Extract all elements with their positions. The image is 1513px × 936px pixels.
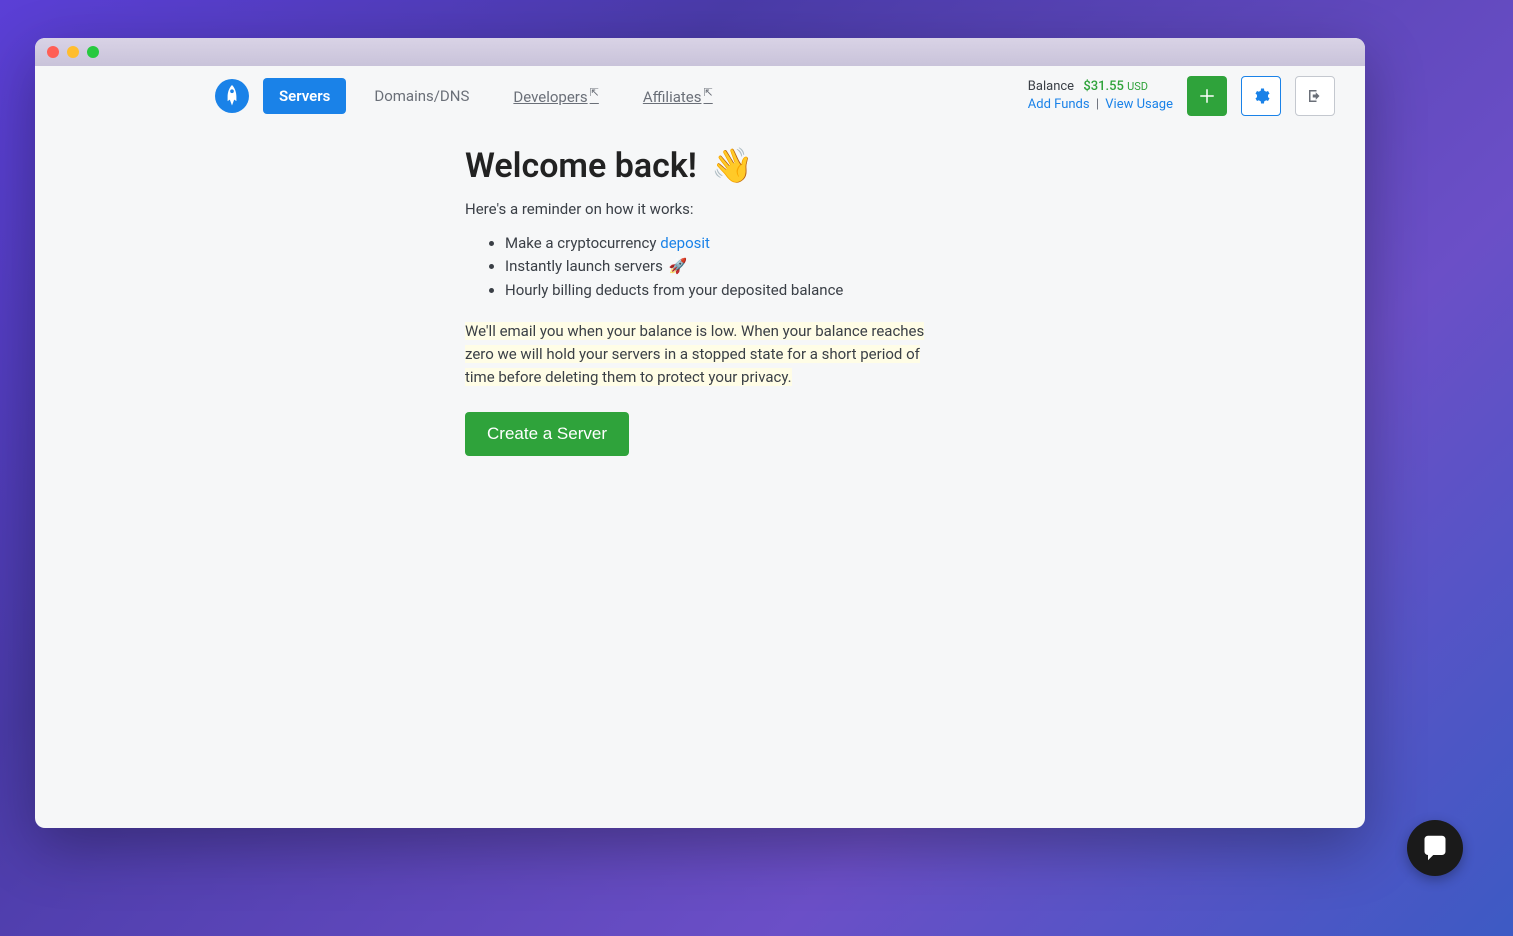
view-usage-link[interactable]: View Usage xyxy=(1105,97,1173,112)
plus-icon xyxy=(1198,87,1216,105)
nav-servers[interactable]: Servers xyxy=(263,78,346,114)
close-window-button[interactable] xyxy=(47,46,59,58)
nav-affiliates-label: Affiliates xyxy=(643,88,702,106)
app-window: Servers Domains/DNS Developers⇱ Affiliat… xyxy=(35,38,1365,828)
step1-prefix: Make a cryptocurrency xyxy=(505,234,660,252)
deposit-link[interactable]: deposit xyxy=(660,234,710,252)
gear-icon xyxy=(1252,87,1270,105)
balance-warning: We'll email you when your balance is low… xyxy=(465,320,945,390)
steps-list: Make a cryptocurrency deposit Instantly … xyxy=(465,232,975,302)
settings-button[interactable] xyxy=(1241,76,1281,116)
balance-block: Balance $31.55 USD Add Funds | View Usag… xyxy=(1028,78,1173,114)
heading-text: Welcome back! xyxy=(465,146,697,186)
nav-affiliates[interactable]: Affiliates⇱ xyxy=(627,77,729,115)
create-server-button[interactable]: Create a Server xyxy=(465,412,629,456)
rocket-emoji: 🚀 xyxy=(669,257,688,275)
balance-amount: $31.55 xyxy=(1083,79,1124,94)
maximize-window-button[interactable] xyxy=(87,46,99,58)
balance-label: Balance xyxy=(1028,79,1074,94)
brand-logo[interactable] xyxy=(215,79,249,113)
chat-widget-button[interactable] xyxy=(1407,820,1463,876)
minimize-window-button[interactable] xyxy=(67,46,79,58)
logout-icon xyxy=(1306,87,1324,105)
main-nav: Servers Domains/DNS Developers⇱ Affiliat… xyxy=(263,77,741,115)
nav-developers-label: Developers xyxy=(513,88,587,106)
warning-part1: We'll email you when your balance is low… xyxy=(465,322,737,340)
chat-icon xyxy=(1421,834,1449,862)
step-launch: Instantly launch servers 🚀 xyxy=(505,255,975,278)
balance-currency: USD xyxy=(1127,80,1148,93)
main-content: Welcome back! 👋 Here's a reminder on how… xyxy=(35,126,975,456)
window-titlebar xyxy=(35,38,1365,66)
subtitle: Here's a reminder on how it works: xyxy=(465,200,975,218)
page-title: Welcome back! 👋 xyxy=(465,146,975,186)
nav-developers[interactable]: Developers⇱ xyxy=(497,77,614,115)
balance-separator: | xyxy=(1096,97,1099,112)
top-header: Servers Domains/DNS Developers⇱ Affiliat… xyxy=(35,66,1365,126)
step2-text: Instantly launch servers xyxy=(505,257,663,275)
nav-domains[interactable]: Domains/DNS xyxy=(358,78,485,114)
logout-button[interactable] xyxy=(1295,76,1335,116)
rocket-logo-icon xyxy=(223,85,241,107)
external-link-icon: ⇱ xyxy=(704,86,713,99)
header-right: Balance $31.55 USD Add Funds | View Usag… xyxy=(1028,76,1335,116)
step-deposit: Make a cryptocurrency deposit xyxy=(505,232,975,255)
add-funds-link[interactable]: Add Funds xyxy=(1028,97,1090,112)
add-button[interactable] xyxy=(1187,76,1227,116)
wave-emoji: 👋 xyxy=(711,146,753,186)
external-link-icon: ⇱ xyxy=(590,86,599,99)
step-billing: Hourly billing deducts from your deposit… xyxy=(505,279,975,302)
